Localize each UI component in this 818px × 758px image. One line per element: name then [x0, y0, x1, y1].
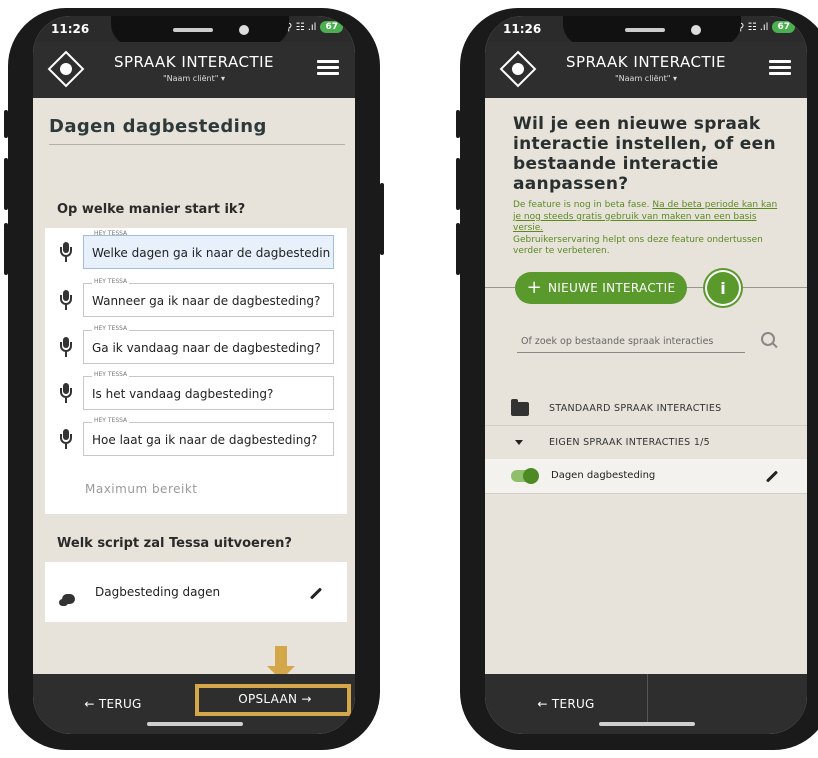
edit-pencil-icon[interactable]: [765, 470, 779, 483]
utterance-label: HEY TESSA: [92, 278, 130, 285]
interaction-name: Dagen dagbesteding: [551, 470, 656, 481]
utterance-row: HEY TESSA Welke dagen ga ik naar de dagb…: [59, 230, 349, 269]
interaction-list-item[interactable]: Dagen dagbesteding: [485, 459, 807, 493]
beta-text: De feature is nog in beta fase.: [513, 200, 653, 210]
phone-left: 11:26 ⚲ ☷ .ıl 67 SPRAAK INTERACTIE "Naam…: [4, 8, 384, 750]
speaker-grille: [173, 28, 213, 32]
caret-down-icon: [515, 440, 523, 445]
utterances-card: HEY TESSA Welke dagen ga ik naar de dagb…: [45, 228, 347, 514]
microphone-icon[interactable]: [59, 242, 73, 262]
side-button: [456, 223, 460, 275]
side-button: [4, 110, 8, 138]
battery-icon: 67: [772, 21, 795, 33]
side-button: [456, 158, 460, 210]
power-button: [380, 183, 384, 255]
home-indicator: [147, 722, 243, 726]
battery-icon: 67: [320, 21, 343, 33]
title-underline: [49, 144, 345, 145]
status-time: 11:26: [503, 22, 542, 36]
screen-edit-interaction: 11:26 ⚲ ☷ .ıl 67 SPRAAK INTERACTIE "Naam…: [33, 16, 355, 734]
utterance-label: HEY TESSA: [92, 417, 130, 424]
microphone-icon[interactable]: [59, 290, 73, 310]
app-bar: SPRAAK INTERACTIE "Naam cliënt" ▾: [33, 42, 355, 98]
signal-icon: ⚲ ☷ .ıl: [737, 21, 769, 33]
utterance-row: HEY TESSA Wanneer ga ik naar de dagbeste…: [59, 278, 349, 317]
utterance-label: HEY TESSA: [92, 371, 130, 378]
category-own[interactable]: EIGEN SPRAAK INTERACTIES 1/5: [485, 426, 807, 458]
folder-icon: [511, 399, 529, 416]
microphone-icon[interactable]: [59, 383, 73, 403]
utterance-text: Is het vandaag dagbesteding?: [92, 387, 274, 401]
utterance-row: HEY TESSA Ga ik vandaag naar de dagbeste…: [59, 325, 349, 364]
app-bar: SPRAAK INTERACTIE "Naam cliënt" ▾: [485, 42, 807, 98]
phone-right: 11:26 ⚲ ☷ .ıl 67 SPRAAK INTERACTIE "Naam…: [456, 8, 818, 750]
script-name: Dagbesteding dagen: [95, 585, 221, 599]
utterance-input[interactable]: HEY TESSA Is het vandaag dagbesteding?: [83, 371, 334, 410]
camera: [239, 25, 249, 35]
question-heading: Wil je een nieuwe spraak interactie inst…: [513, 114, 776, 194]
speech-bubbles-icon: [59, 594, 75, 606]
camera: [691, 25, 701, 35]
app-title: SPRAAK INTERACTIE: [113, 53, 275, 71]
category-own-label: EIGEN SPRAAK INTERACTIES 1/5: [549, 437, 711, 448]
nav-divider: [647, 674, 648, 724]
beta-text-2: Gebruikerservaring helpt ons deze featur…: [513, 234, 763, 257]
enable-toggle[interactable]: [511, 468, 539, 484]
utterance-label: HEY TESSA: [92, 325, 130, 332]
start-heading: Op welke manier start ik?: [57, 202, 246, 217]
script-heading: Welk script zal Tessa uitvoeren?: [57, 536, 292, 551]
new-interaction-label: NIEUWE INTERACTIE: [548, 281, 676, 295]
status-time: 11:26: [51, 22, 90, 36]
client-selector[interactable]: "Naam cliënt" ▾: [485, 74, 807, 83]
utterance-label: HEY TESSA: [94, 230, 128, 237]
page-title: Dagen dagbesteding: [49, 116, 267, 137]
signal-icon: ⚲ ☷ .ıl: [285, 21, 317, 33]
beta-notice: De feature is nog in beta fase. Na de be…: [513, 200, 783, 258]
plus-icon: +: [526, 277, 543, 298]
utterance-row: HEY TESSA Is het vandaag dagbesteding?: [59, 371, 349, 410]
microphone-icon[interactable]: [59, 429, 73, 449]
utterance-text: Welke dagen ga ik naar de dagbesteding?: [92, 246, 330, 260]
utterance-input[interactable]: HEY TESSA Welke dagen ga ik naar de dagb…: [83, 230, 334, 269]
screen-interaction-list: 11:26 ⚲ ☷ .ıl 67 SPRAAK INTERACTIE "Naam…: [485, 16, 807, 734]
utterance-input[interactable]: HEY TESSA Hoe laat ga ik naar de dagbest…: [83, 417, 334, 456]
category-standard-label: STANDAARD SPRAAK INTERACTIES: [549, 403, 722, 414]
home-indicator: [599, 722, 695, 726]
side-button: [4, 223, 8, 275]
info-icon[interactable]: i: [707, 272, 739, 304]
status-icons: ⚲ ☷ .ıl 67: [737, 21, 795, 33]
search-input[interactable]: Of zoek op bestaande spraak interacties: [521, 336, 713, 347]
utterance-text: Hoe laat ga ik naar de dagbesteding?: [92, 433, 318, 447]
app-title: SPRAAK INTERACTIE: [565, 53, 727, 71]
utterance-input[interactable]: HEY TESSA Wanneer ga ik naar de dagbeste…: [83, 278, 334, 317]
search-underline: [517, 352, 745, 353]
speaker-grille: [625, 28, 665, 32]
side-button: [4, 158, 8, 210]
category-standard[interactable]: STANDAARD SPRAAK INTERACTIES: [485, 392, 807, 424]
utterance-input[interactable]: HEY TESSA Ga ik vandaag naar de dagbeste…: [83, 325, 334, 364]
utterance-row: HEY TESSA Hoe laat ga ik naar de dagbest…: [59, 417, 349, 456]
status-icons: ⚲ ☷ .ıl 67: [285, 21, 343, 33]
search-icon[interactable]: [761, 332, 778, 349]
divider: [485, 493, 807, 494]
save-highlight-frame: [195, 684, 351, 716]
utterance-text: Ga ik vandaag naar de dagbesteding?: [92, 341, 321, 355]
side-button: [456, 110, 460, 138]
hamburger-menu-icon[interactable]: [769, 60, 791, 76]
utterance-text: Wanneer ga ik naar de dagbesteding?: [92, 294, 321, 308]
microphone-icon[interactable]: [59, 337, 73, 357]
hamburger-menu-icon[interactable]: [317, 60, 339, 76]
client-selector[interactable]: "Naam cliënt" ▾: [33, 74, 355, 83]
new-interaction-button[interactable]: + NIEUWE INTERACTIE: [515, 272, 687, 304]
bottom-nav-bar: ← TERUG: [485, 674, 807, 734]
max-reached-text: Maximum bereikt: [85, 482, 198, 496]
